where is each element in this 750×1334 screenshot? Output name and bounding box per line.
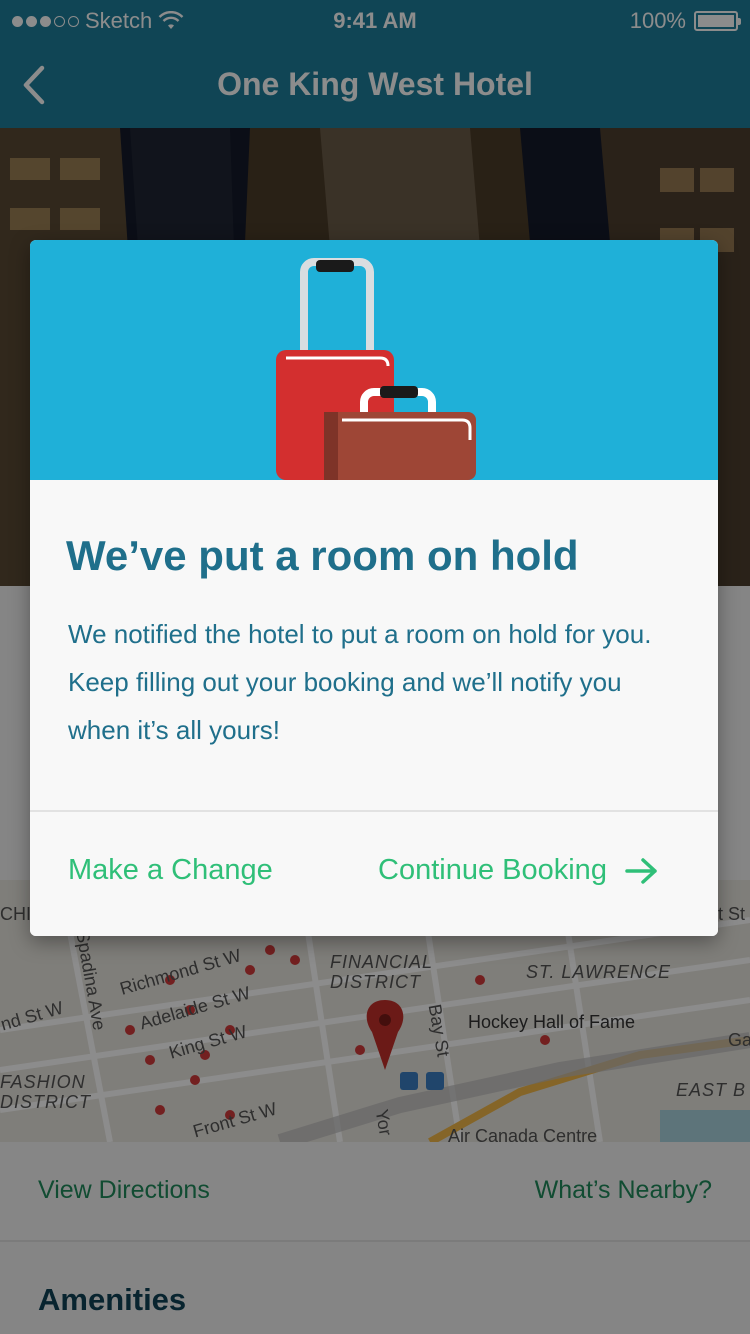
dialog-message: We notified the hotel to put a room on h…: [68, 619, 652, 745]
room-hold-dialog: We’ve put a room on hold We notified the…: [30, 240, 718, 936]
luggage-icon: [276, 258, 476, 480]
dialog-title: We’ve put a room on hold: [66, 532, 579, 579]
dialog-divider: [30, 810, 718, 812]
continue-booking-label: Continue Booking: [378, 854, 607, 886]
dialog-illustration: [30, 240, 718, 480]
make-change-button[interactable]: Make a Change: [68, 854, 273, 887]
arrow-right-icon: [625, 857, 657, 884]
dialog-content: We’ve put a room on hold We notified the…: [30, 480, 718, 936]
continue-booking-button[interactable]: Continue Booking: [378, 854, 659, 887]
